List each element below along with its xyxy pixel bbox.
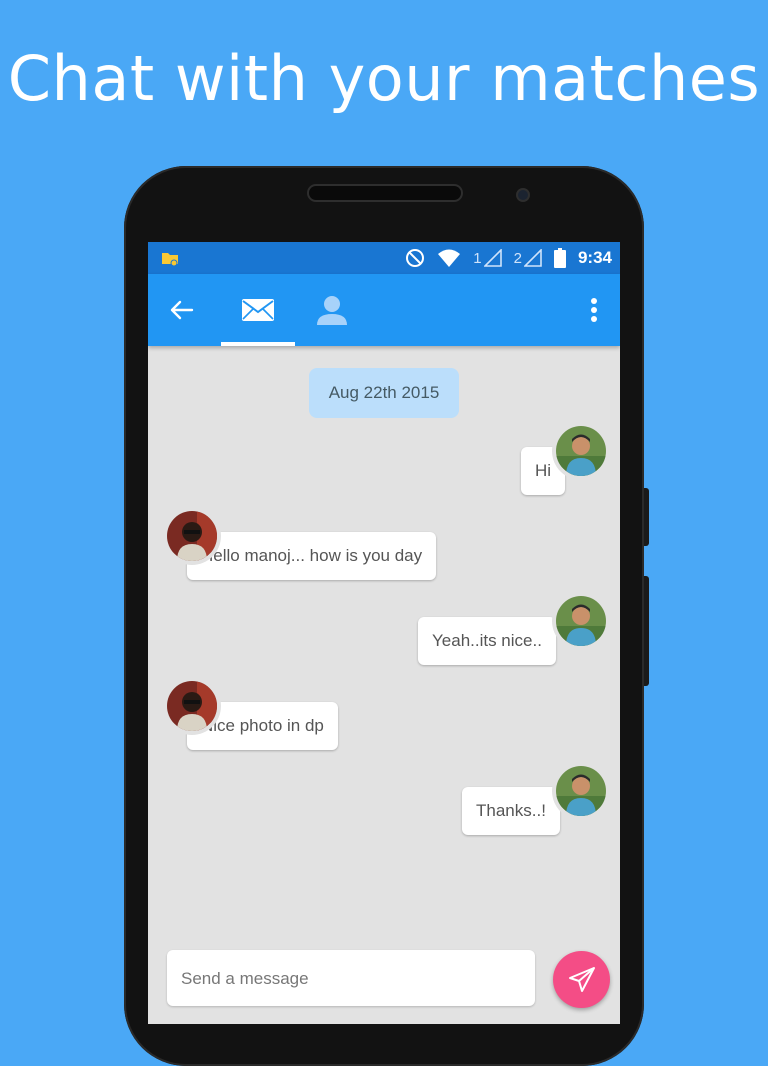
tab-profile[interactable] [295,274,369,346]
arrow-left-icon[interactable] [168,296,196,324]
message-bubble-outgoing: Yeah..its nice.. [418,617,556,665]
date-divider: Aug 22th 2015 [309,368,459,418]
signal-icon [483,249,502,267]
send-button[interactable] [553,951,610,1008]
user-avatar[interactable] [556,596,606,646]
wifi-icon [438,249,461,267]
phone-speaker [309,186,461,200]
phone-power-button [644,488,649,546]
match-avatar[interactable] [167,681,217,731]
app-bar [148,274,620,346]
promo-headline: Chat with your matches [7,42,761,115]
notification-folder-icon [162,253,178,267]
phone-screen: 1 2 9:34 Aug 22th 2015 Hi Hello manoj...… [148,242,620,1024]
user-avatar[interactable] [556,766,606,816]
message-composer [167,950,535,1008]
tab-messages[interactable] [221,274,295,346]
do-not-disturb-icon [406,249,425,267]
message-bubble-outgoing: Thanks..! [462,787,560,835]
phone-camera [518,190,528,200]
message-bubble-incoming: Hello manoj... how is you day [187,532,437,580]
signal-sim1: 1 [473,249,502,267]
envelope-icon [242,299,274,321]
user-avatar[interactable] [556,426,606,476]
phone-volume-button [644,576,649,686]
sim1-label: 1 [473,249,482,267]
battery-icon [553,248,566,268]
sim2-label: 2 [513,249,522,267]
status-time: 9:34 [577,248,612,267]
message-input[interactable] [179,950,523,1008]
person-icon [317,296,347,325]
match-avatar[interactable] [167,511,217,561]
paper-plane-icon [568,966,595,992]
signal-sim2: 2 [514,249,542,267]
signal-icon [523,249,542,267]
status-bar: 1 2 9:34 [148,242,620,274]
more-vert-icon[interactable] [584,296,604,324]
